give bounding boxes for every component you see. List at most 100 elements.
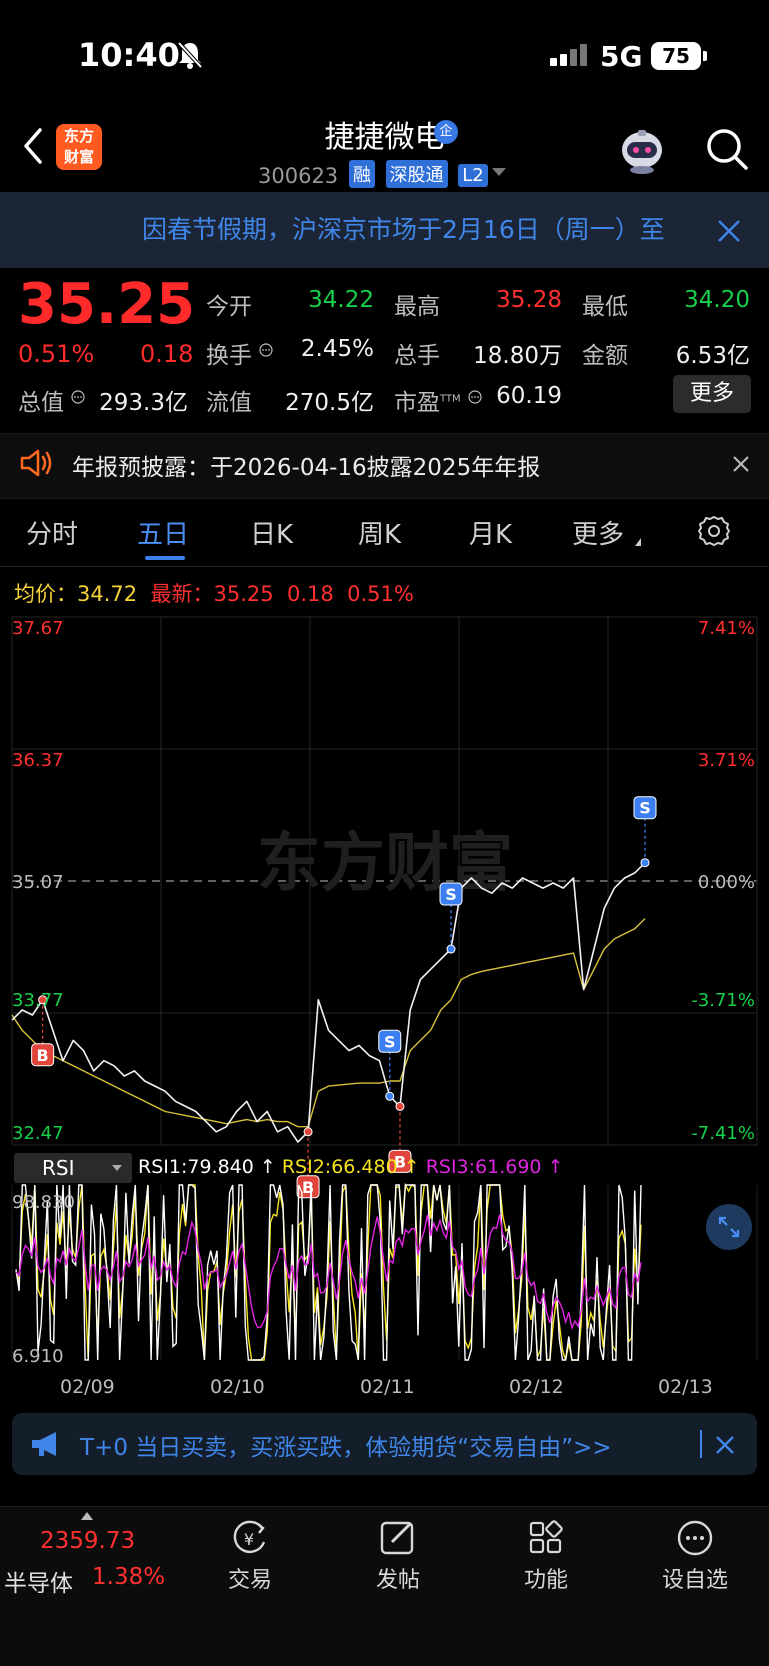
info-icon[interactable] (71, 390, 85, 404)
rsi-values: RSI1:79.840 ↑ RSI2:66.480 ↑ RSI3:61.690 … (138, 1156, 563, 1178)
tab-intraday[interactable]: 分时 (26, 514, 78, 551)
high-label: 最高 (394, 294, 440, 320)
marker-label: S (384, 1032, 396, 1051)
price-line (11, 862, 646, 1143)
nav-trade-label: 交易 (227, 1568, 272, 1593)
turnover-label-text: 换手 (206, 343, 252, 369)
nav-post[interactable]: 发帖 (348, 1518, 448, 1594)
gear-icon[interactable] (697, 514, 731, 548)
sector-index-value[interactable]: 2359.73 (40, 1528, 135, 1554)
chevron-down-icon (112, 1165, 122, 1171)
x-date-label: 02/10 (210, 1376, 265, 1398)
float-cap-label: 流值 (206, 390, 252, 416)
marker-dot (640, 858, 650, 868)
float-cap-value: 270.5亿 (285, 390, 374, 416)
marker-label: S (445, 885, 457, 904)
tab-more[interactable]: 更多 (572, 514, 624, 551)
svg-text:¥: ¥ (244, 1530, 254, 1549)
pe-label: 市盈TTM (394, 383, 482, 417)
low-value: 34.20 (684, 287, 750, 313)
x-date-label: 02/12 (509, 1376, 564, 1398)
nav-post-label: 发帖 (375, 1568, 420, 1593)
marker-dot (446, 944, 456, 954)
promo-divider (700, 1430, 702, 1458)
expand-icon[interactable] (706, 1204, 752, 1250)
y-tick-left: 35.07 (12, 872, 64, 893)
x-date-label: 02/09 (60, 1376, 115, 1398)
y-tick-left: 36.37 (12, 750, 64, 771)
change-amount: 0.18 (140, 340, 194, 368)
sector-index-name[interactable]: 半导体 (4, 1564, 73, 1598)
stock-code: 300623 (258, 164, 339, 188)
close-icon[interactable] (714, 1434, 736, 1456)
tab-daily-k[interactable]: 日K (250, 514, 293, 551)
index-expand-icon[interactable] (81, 1512, 93, 1520)
y-tick-right: 0.00% (697, 872, 755, 893)
chevron-down-icon[interactable] (492, 168, 506, 176)
trade-icon: ¥ (233, 1520, 266, 1554)
current-price: 35.25 (18, 272, 196, 337)
notice-text: 因春节假期，沪深京市场于2月16日（周一）至 (142, 215, 665, 244)
market-cap-label: 总值 (18, 383, 85, 417)
nav-watchlist[interactable]: 设自选 (645, 1518, 745, 1594)
avg-price-line (11, 918, 646, 1128)
marker-dot (303, 1127, 313, 1137)
megaphone-icon (32, 1432, 56, 1456)
bell-muted-icon (177, 41, 203, 69)
cellular-signal-icon (550, 44, 590, 66)
promo-text: T+0 当日买卖，买涨买跌，体验期货“交易自由”>> (80, 1435, 612, 1461)
battery-tip (703, 51, 707, 61)
nav-trade[interactable]: ¥ 交易 (200, 1518, 300, 1594)
watermark: 东方财富 (257, 827, 513, 901)
nav-functions[interactable]: 功能 (496, 1518, 596, 1594)
tab-five-day[interactable]: 五日 (137, 514, 189, 551)
tag-connect: 深股通 (385, 160, 448, 188)
y-tick-left: 37.67 (12, 618, 64, 639)
latest-pct: 0.51% (347, 582, 414, 606)
search-icon[interactable] (704, 126, 750, 172)
marker-label: B (302, 1178, 314, 1197)
volume-value: 18.80万 (473, 343, 562, 369)
chart-summary: 均价：34.72 最新：35.25 0.18 0.51% (14, 578, 414, 608)
close-icon[interactable] (716, 218, 742, 244)
rsi-min: 6.910 (12, 1346, 64, 1367)
low-label: 最低 (582, 294, 628, 320)
high-value: 35.28 (496, 287, 562, 313)
open-label: 今开 (206, 294, 252, 320)
tab-monthly-k[interactable]: 月K (469, 514, 512, 551)
price-layer (11, 862, 646, 1143)
change-percent: 0.51% (18, 340, 95, 368)
five-day-chart[interactable]: 东方财富 BBSBSS (0, 615, 769, 1375)
open-value: 34.22 (308, 287, 374, 313)
more-dots-icon (677, 1520, 713, 1556)
turnover-value: 2.45% (300, 336, 374, 362)
rsi1-value: RSI1:79.840 ↑ (138, 1156, 276, 1178)
sector-index-pct[interactable]: 1.38% (92, 1564, 165, 1590)
stock-subtitle: 300623 融 深股通 L2 (258, 160, 488, 188)
y-tick-right: -7.41% (691, 1123, 755, 1144)
market-cap-value: 293.3亿 (99, 390, 188, 416)
avg-value: 34.72 (77, 582, 138, 606)
pe-value: 60.19 (496, 383, 562, 409)
amount-value: 6.53亿 (675, 343, 750, 369)
enterprise-badge: 企 (434, 120, 458, 144)
y-tick-right: 7.41% (697, 618, 755, 639)
avg-label: 均价： (14, 582, 77, 606)
active-tab-indicator (145, 556, 185, 560)
more-button[interactable]: 更多 (673, 375, 751, 413)
network-type: 5G (600, 40, 643, 73)
turnover-label: 换手 (206, 336, 273, 370)
latest-label: 最新： (150, 582, 214, 606)
edit-icon (380, 1521, 414, 1555)
y-tick-right: 3.71% (697, 750, 755, 771)
more-caret-icon (635, 538, 641, 546)
robot-assistant-icon[interactable] (618, 128, 666, 174)
rsi-max: 98.830 (12, 1192, 75, 1213)
info-icon[interactable] (259, 343, 273, 357)
marker-dot (395, 1101, 405, 1111)
nav-functions-label: 功能 (523, 1568, 568, 1593)
tab-weekly-k[interactable]: 周K (358, 514, 401, 551)
close-icon[interactable] (732, 455, 750, 473)
rsi3-value: RSI3:61.690 ↑ (425, 1156, 564, 1178)
rsi-layer (15, 1182, 642, 1361)
